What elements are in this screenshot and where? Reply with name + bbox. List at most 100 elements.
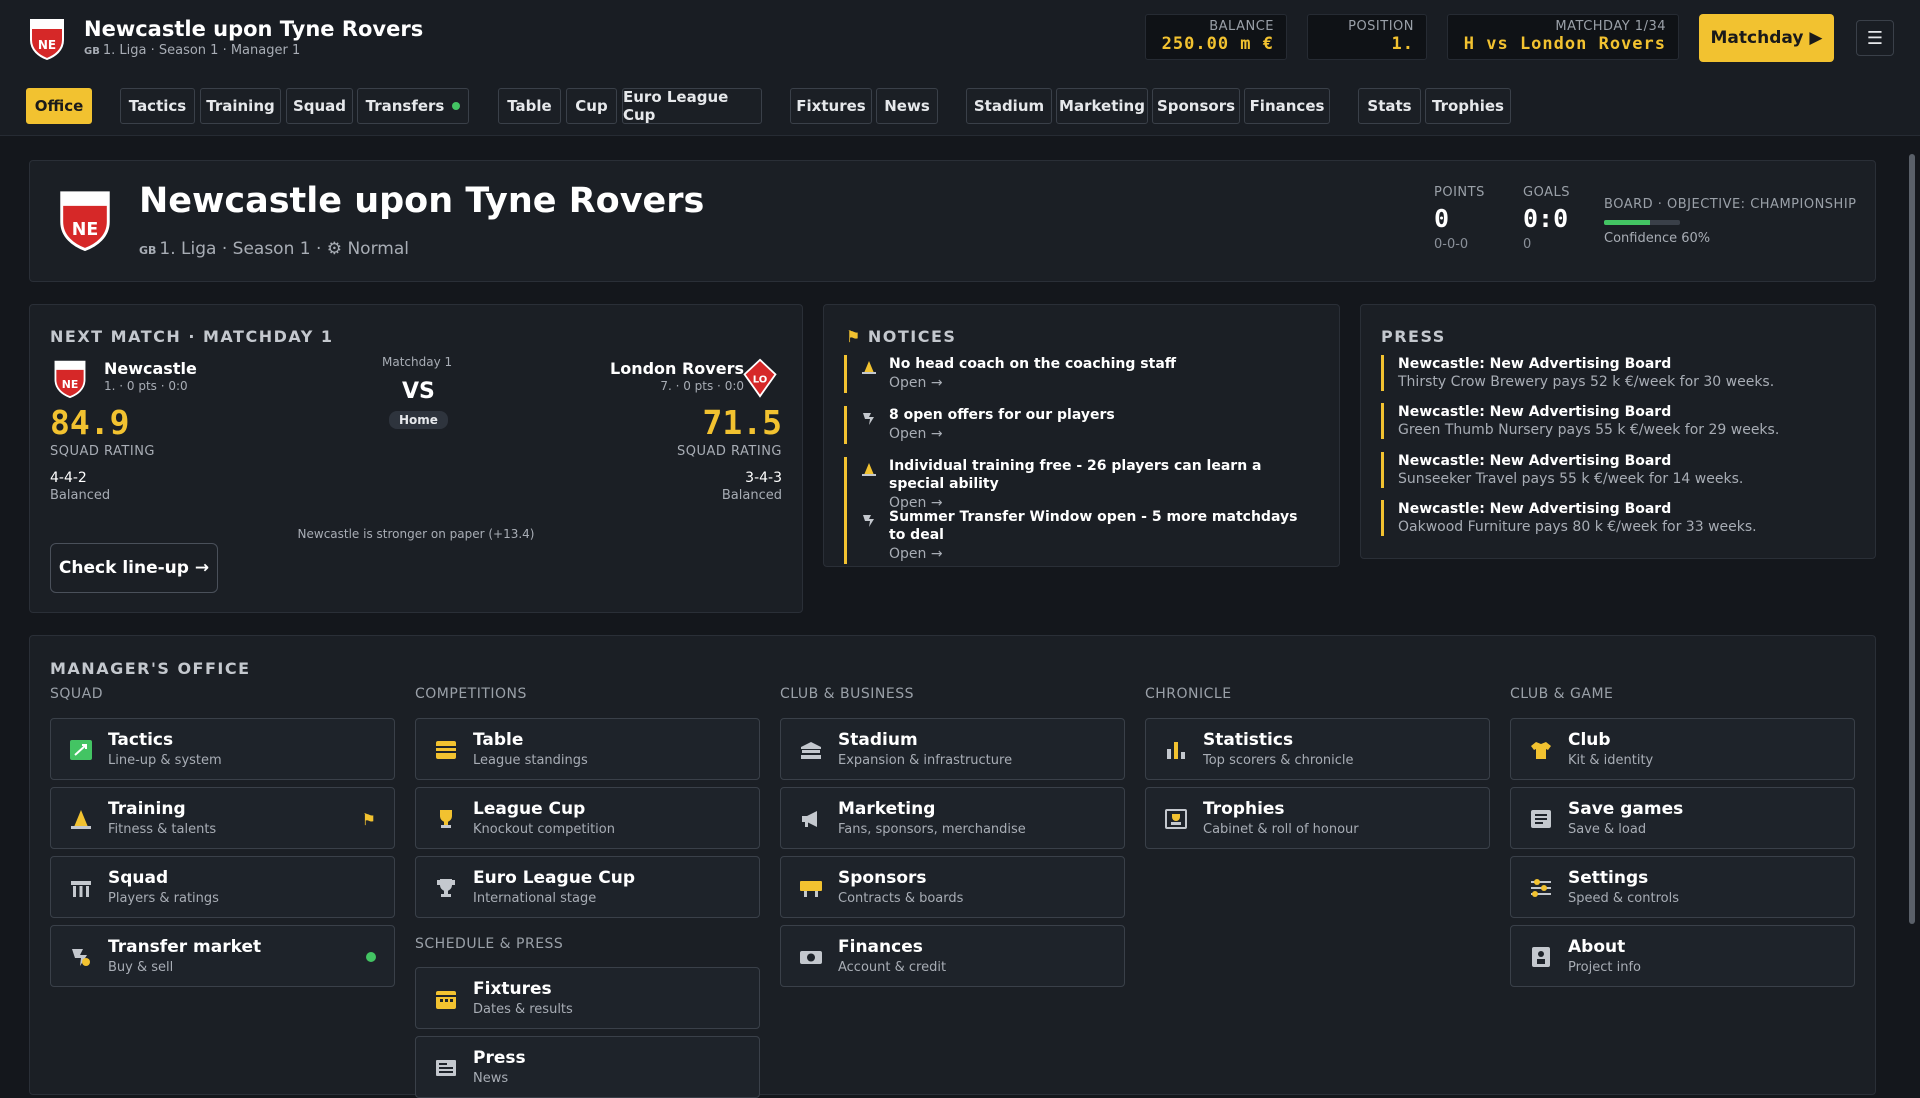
training-card[interactable]: Training Fitness & talents ⚑: [50, 787, 395, 849]
statistics-card[interactable]: Statistics Top scorers & chronicle: [1145, 718, 1490, 780]
tab-transfers[interactable]: Transfers: [357, 88, 469, 124]
tab-marketing[interactable]: Marketing: [1056, 88, 1148, 124]
save-games-card[interactable]: Save games Save & load: [1510, 787, 1855, 849]
home-crest-icon: NE: [52, 358, 88, 399]
office-heading: MANAGER'S OFFICE: [50, 659, 251, 678]
sliders-icon: [1529, 877, 1553, 899]
svg-text:NE: NE: [62, 378, 79, 391]
notices-heading: ⚑ NOTICES: [846, 327, 957, 346]
notices-panel: ⚑ NOTICES No head coach on the coaching s…: [823, 304, 1340, 567]
main-nav: Office Tactics Training Squad Transfers …: [0, 76, 1920, 136]
balance-value: 250.00 m €: [1161, 34, 1274, 54]
press-item[interactable]: Newcastle: New Advertising Board Sunseeke…: [1381, 452, 1861, 488]
trophies-card[interactable]: Trophies Cabinet & roll of honour: [1145, 787, 1490, 849]
press-item[interactable]: Newcastle: New Advertising Board Oakwood …: [1381, 500, 1861, 536]
hamburger-icon[interactable]: ☰: [1856, 20, 1894, 56]
tab-euro-league-cup[interactable]: Euro League Cup: [622, 88, 762, 124]
next-match-panel: NEXT MATCH · MATCHDAY 1 NE Newcastle 1. …: [29, 304, 803, 613]
svg-text:NE: NE: [72, 220, 99, 240]
cone-icon: [861, 461, 877, 477]
difficulty-icon: ⚙: [326, 239, 343, 259]
save-icon: [1529, 808, 1553, 830]
position-value: 1.: [1391, 34, 1414, 54]
away-team-name: London Rovers: [610, 359, 744, 378]
tab-fixtures[interactable]: Fixtures: [790, 88, 872, 124]
stadium-card[interactable]: Stadium Expansion & infrastructure: [780, 718, 1125, 780]
scrollbar-thumb[interactable]: [1909, 154, 1915, 924]
points-stat: POINTS 0 0-0-0: [1434, 185, 1485, 252]
press-card[interactable]: Press News: [415, 1036, 760, 1098]
club-card[interactable]: Club Kit & identity: [1510, 718, 1855, 780]
page-title: Newcastle upon Tyne Rovers: [139, 181, 705, 221]
club-crest-icon: NE: [56, 187, 114, 252]
info-icon: [1529, 946, 1553, 968]
transfer-icon: [861, 410, 877, 426]
money-icon: [799, 946, 823, 968]
settings-card[interactable]: Settings Speed & controls: [1510, 856, 1855, 918]
svg-text:NE: NE: [38, 38, 56, 52]
comparison-text: Newcastle is stronger on paper (+13.4): [297, 527, 535, 541]
calendar-icon: [434, 988, 458, 1010]
transfer-icon: [69, 946, 93, 968]
cup-icon: [434, 877, 458, 899]
press-item[interactable]: Newcastle: New Advertising Board Thirsty …: [1381, 355, 1861, 391]
finances-card[interactable]: Finances Account & credit: [780, 925, 1125, 987]
sponsors-card[interactable]: Sponsors Contracts & boards: [780, 856, 1125, 918]
play-icon: ▶: [1809, 28, 1823, 48]
kit-icon: [1529, 739, 1553, 761]
fixture-value: H vs London Rovers: [1463, 34, 1666, 54]
cone-icon: [69, 808, 93, 830]
transfer-market-card[interactable]: Transfer market Buy & sell: [50, 925, 395, 987]
notice-item[interactable]: No head coach on the coaching staff Open …: [844, 355, 1314, 393]
check-lineup-button[interactable]: Check line-up →: [50, 543, 218, 593]
billboard-icon: [799, 877, 823, 899]
table-card[interactable]: Table League standings: [415, 718, 760, 780]
status-dot: [452, 102, 461, 110]
press-item[interactable]: Newcastle: New Advertising Board Green Th…: [1381, 403, 1861, 439]
tab-trophies[interactable]: Trophies: [1425, 88, 1511, 124]
tab-office[interactable]: Office: [26, 88, 92, 124]
matchday-button[interactable]: Matchday ▶: [1699, 14, 1834, 62]
flag-icon: ⚑: [361, 810, 376, 829]
notice-item[interactable]: Summer Transfer Window open - 5 more mat…: [844, 508, 1314, 564]
flag-icon: ⚑: [846, 327, 862, 346]
trophy-icon: [434, 808, 458, 830]
confidence-bar: [1604, 220, 1680, 225]
svg-text:LO: LO: [753, 375, 768, 386]
tab-table[interactable]: Table: [498, 88, 561, 124]
tab-finances[interactable]: Finances: [1244, 88, 1330, 124]
scrollbar[interactable]: [1904, 138, 1920, 1080]
squad-card[interactable]: Squad Players & ratings: [50, 856, 395, 918]
tab-stadium[interactable]: Stadium: [966, 88, 1052, 124]
euro-league-cup-card[interactable]: Euro League Cup International stage: [415, 856, 760, 918]
transfer-icon: [861, 512, 877, 528]
tab-squad[interactable]: Squad: [286, 88, 353, 124]
notice-item[interactable]: 8 open offers for our players Open →: [844, 406, 1314, 444]
megaphone-icon: [799, 808, 823, 830]
league-cup-card[interactable]: League Cup Knockout competition: [415, 787, 760, 849]
about-card[interactable]: About Project info: [1510, 925, 1855, 987]
club-hero-panel: NE Newcastle upon Tyne Rovers GB 1. Liga …: [29, 160, 1876, 282]
press-panel: PRESS Newcastle: New Advertising Board Th…: [1360, 304, 1876, 559]
goals-stat: GOALS 0:0 0: [1523, 185, 1570, 252]
tab-sponsors[interactable]: Sponsors: [1152, 88, 1240, 124]
club-meta: GB 1. Liga · Season 1 · ⚙ Normal: [139, 239, 409, 259]
tactics-card[interactable]: Tactics Line-up & system: [50, 718, 395, 780]
fixtures-card[interactable]: Fixtures Dates & results: [415, 967, 760, 1029]
away-crest-icon: LO: [742, 358, 778, 398]
club-subtitle: GB 1. Liga · Season 1 · Manager 1: [84, 42, 301, 58]
table-icon: [434, 739, 458, 761]
notice-item[interactable]: Individual training free - 26 players ca…: [844, 457, 1314, 513]
tab-training[interactable]: Training: [200, 88, 281, 124]
tab-tactics[interactable]: Tactics: [120, 88, 195, 124]
board-objective: BOARD · OBJECTIVE: CHAMPIONSHIP Confiden…: [1604, 197, 1857, 246]
tab-cup[interactable]: Cup: [566, 88, 617, 124]
club-header: Newcastle upon Tyne Rovers GB 1. Liga · S…: [84, 16, 423, 61]
position-box: POSITION 1.: [1307, 14, 1427, 60]
newspaper-icon: [434, 1057, 458, 1079]
managers-office-panel: MANAGER'S OFFICE SQUAD COMPETITIONS CLUB…: [29, 635, 1876, 1098]
tab-stats[interactable]: Stats: [1358, 88, 1421, 124]
tab-news[interactable]: News: [876, 88, 938, 124]
marketing-card[interactable]: Marketing Fans, sponsors, merchandise: [780, 787, 1125, 849]
balance-box: BALANCE 250.00 m €: [1145, 14, 1287, 60]
